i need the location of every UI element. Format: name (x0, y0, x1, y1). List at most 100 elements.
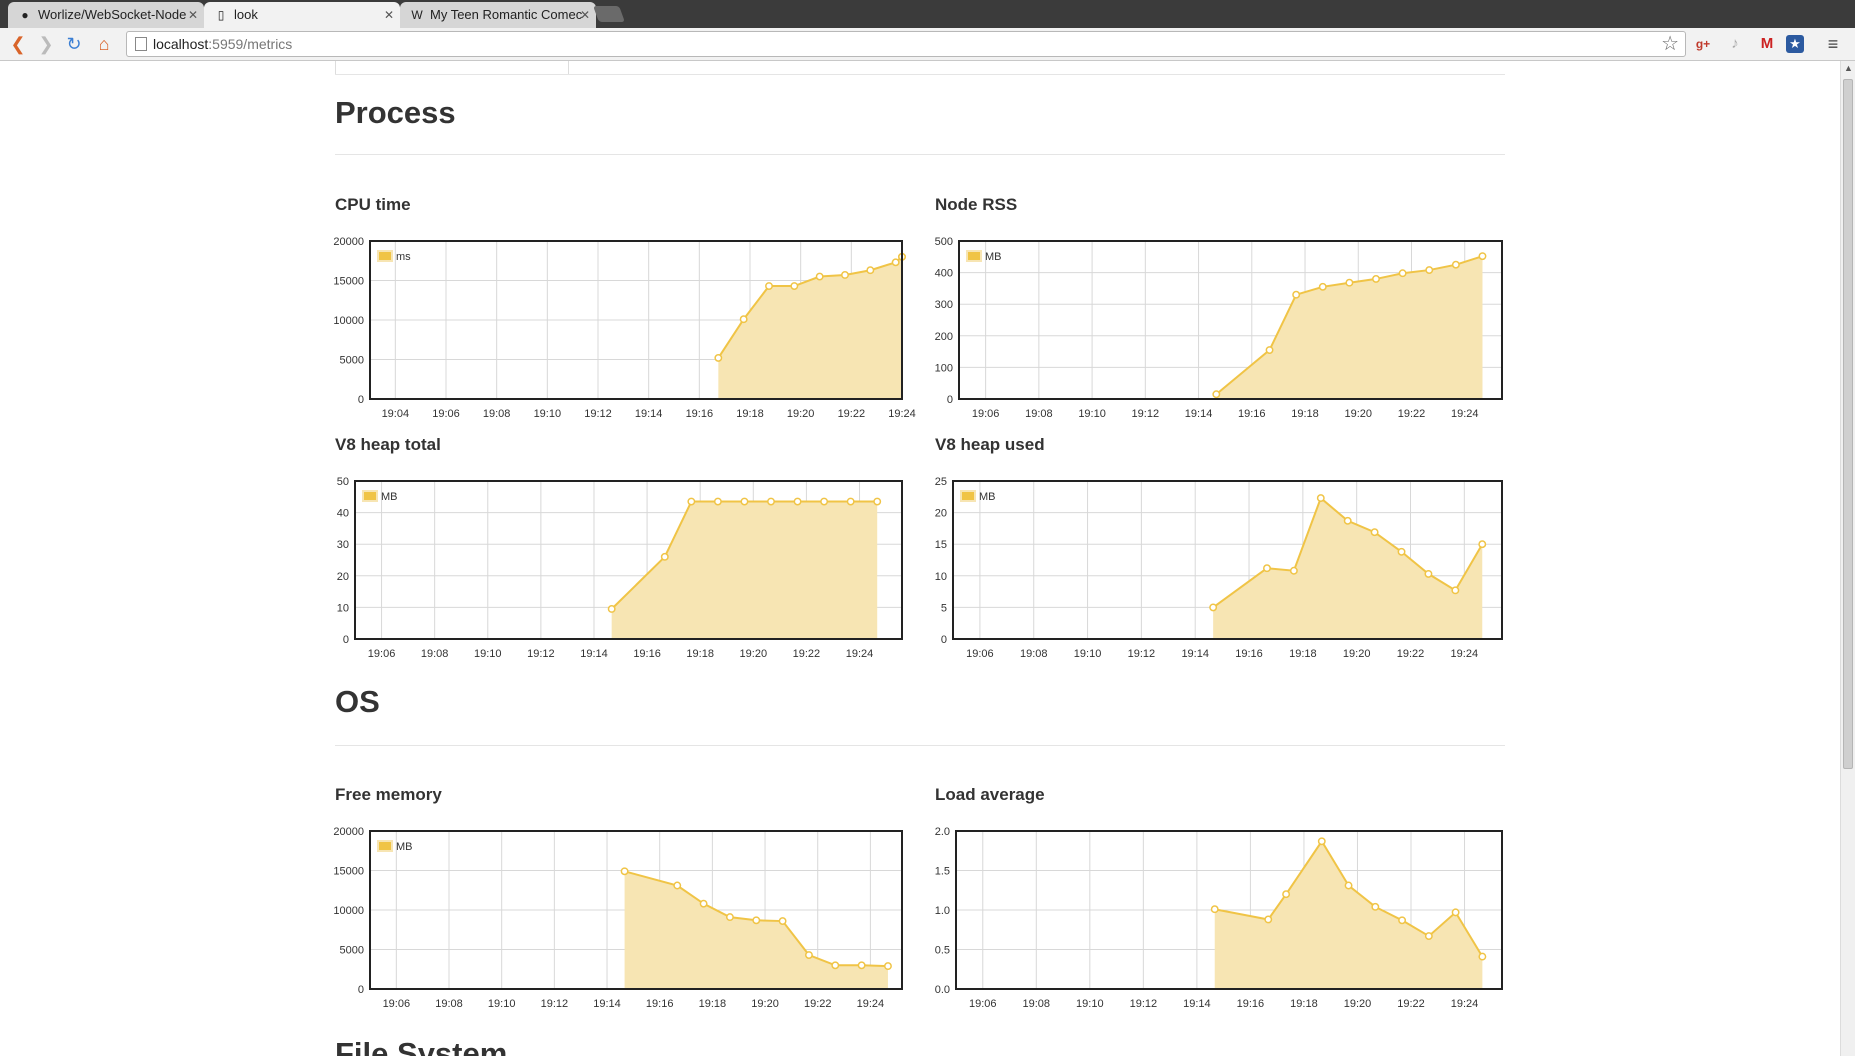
data-point (1425, 266, 1434, 275)
x-tick-label: 19:18 (686, 648, 714, 660)
x-tick-label: 19:10 (534, 408, 562, 420)
bookmark-star-icon[interactable]: ☆ (1661, 33, 1679, 55)
data-point (660, 552, 669, 561)
browser-tabstrip: ● Worlize/WebSocket-Node ✕ ▯ look ✕ W My… (0, 0, 1855, 28)
x-tick-label: 19:06 (972, 408, 1000, 420)
x-tick-label: 19:18 (1289, 648, 1317, 660)
y-tick-label: 20 (337, 571, 349, 583)
x-tick-label: 19:10 (474, 648, 502, 660)
tab-wikipedia[interactable]: W My Teen Romantic Comec ✕ (400, 2, 596, 28)
chart-free-memory: 20000 15000 10000 5000 0 19:06 19:08 19:10 19:12… (333, 826, 903, 1010)
close-icon[interactable]: ✕ (384, 2, 394, 28)
y-tick-label: 15000 (333, 276, 364, 288)
scroll-up-icon[interactable]: ▲ (1844, 63, 1853, 73)
y-tick-label: 200 (935, 331, 953, 343)
x-tick-label: 19:14 (580, 648, 608, 660)
x-tick-label: 19:20 (740, 648, 768, 660)
x-tick-label: 19:22 (838, 408, 866, 420)
close-icon[interactable]: ✕ (188, 2, 198, 28)
data-point (1289, 566, 1298, 575)
menu-icon[interactable]: ≡ (1822, 33, 1844, 55)
data-point (752, 916, 761, 925)
x-tick-label: 19:18 (1291, 408, 1319, 420)
scrollbar-thumb[interactable] (1843, 79, 1853, 769)
data-point (793, 497, 802, 506)
section-title-os: OS (335, 684, 380, 719)
x-tick-label: 19:12 (527, 648, 555, 660)
y-tick-label: 0 (358, 394, 364, 406)
data-point (765, 282, 773, 290)
close-icon[interactable]: ✕ (580, 2, 590, 28)
x-tick-label: 19:16 (686, 408, 714, 420)
home-icon[interactable]: ⌂ (92, 32, 116, 56)
y-tick-label: 15000 (333, 866, 364, 878)
tab-look[interactable]: ▯ look ✕ (204, 2, 400, 28)
data-point (1424, 932, 1433, 941)
y-tick-label: 5000 (340, 945, 364, 957)
x-tick-label: 19:24 (1451, 408, 1479, 420)
tab-title: My Teen Romantic Comec (430, 7, 583, 22)
y-tick-label: 1.5 (935, 866, 950, 878)
data-point (831, 961, 840, 970)
x-tick-label: 19:16 (1237, 998, 1265, 1010)
x-tick-label: 19:14 (1183, 998, 1211, 1010)
wikipedia-icon: W (411, 8, 423, 22)
tab-websocket-node[interactable]: ● Worlize/WebSocket-Node ✕ (8, 2, 204, 28)
y-tick-label: 10000 (333, 315, 364, 327)
legend-label: MB (979, 491, 996, 503)
y-tick-label: 300 (935, 299, 953, 311)
data-point (1397, 547, 1406, 556)
chart-v8-heap-used: 25 20 15 10 5 0 19:06 19:08 19:10 19:12 19:14 19:16… (935, 476, 1503, 660)
data-point (740, 497, 749, 506)
x-tick-label: 19:18 (1290, 998, 1318, 1010)
x-tick-label: 19:18 (699, 998, 727, 1010)
chart-cpu-time: 20000 15000 10000 5000 0 19:04 19:06 19:08 19:10… (333, 236, 915, 420)
legend-swatch (362, 490, 378, 502)
series-area (1216, 256, 1483, 399)
x-tick-label: 19:16 (646, 998, 674, 1010)
data-point (1318, 282, 1327, 291)
x-tick-label: 19:16 (1235, 648, 1263, 660)
vertical-scrollbar[interactable]: ▲ (1840, 61, 1855, 1056)
data-point (1370, 528, 1379, 537)
gmail-icon[interactable]: M (1756, 33, 1778, 55)
series-area (1214, 841, 1483, 989)
data-point (1282, 890, 1291, 899)
data-point (687, 497, 696, 506)
page-icon (135, 37, 147, 51)
x-tick-label: 19:06 (966, 648, 994, 660)
section-title-process: Process (335, 95, 456, 130)
y-tick-label: 40 (337, 508, 349, 520)
data-point (778, 917, 787, 926)
data-point (699, 899, 708, 908)
address-bar[interactable]: localhost:5959/metrics ☆ (126, 31, 1686, 57)
google-plus-extension-icon[interactable]: g+ (1692, 33, 1714, 55)
y-tick-label: 5000 (340, 355, 364, 367)
new-tab-button[interactable] (593, 6, 625, 22)
data-point (1451, 586, 1460, 595)
x-tick-label: 19:12 (541, 998, 569, 1010)
chart-title-v8-heap-used: V8 heap used (935, 435, 1045, 454)
data-point (1478, 252, 1487, 261)
url-path: :5959/metrics (208, 36, 293, 52)
x-tick-label: 19:08 (435, 998, 463, 1010)
y-tick-label: 1.0 (935, 905, 950, 917)
forward-icon[interactable]: ❯ (34, 32, 58, 56)
bookmark-extension-icon[interactable]: ★ (1786, 35, 1804, 53)
browser-toolbar: ❮ ❯ ↻ ⌂ localhost:5959/metrics ☆ g+ ♪ M … (0, 28, 1855, 61)
back-icon[interactable]: ❮ (6, 32, 30, 56)
reload-icon[interactable]: ↻ (62, 32, 86, 56)
x-tick-label: 19:18 (736, 408, 764, 420)
legend-label: MB (381, 491, 398, 503)
x-tick-label: 19:22 (804, 998, 832, 1010)
legend-label: ms (396, 251, 411, 263)
y-tick-label: 20 (935, 508, 947, 520)
nav-tab-fragment[interactable] (335, 61, 569, 75)
notification-bell-icon[interactable]: ♪ (1724, 33, 1746, 55)
data-point (1317, 837, 1326, 846)
divider (335, 154, 1505, 155)
data-point (1398, 916, 1407, 925)
url-host: localhost (153, 36, 209, 52)
x-tick-label: 19:24 (846, 648, 874, 660)
x-tick-label: 19:06 (368, 648, 396, 660)
